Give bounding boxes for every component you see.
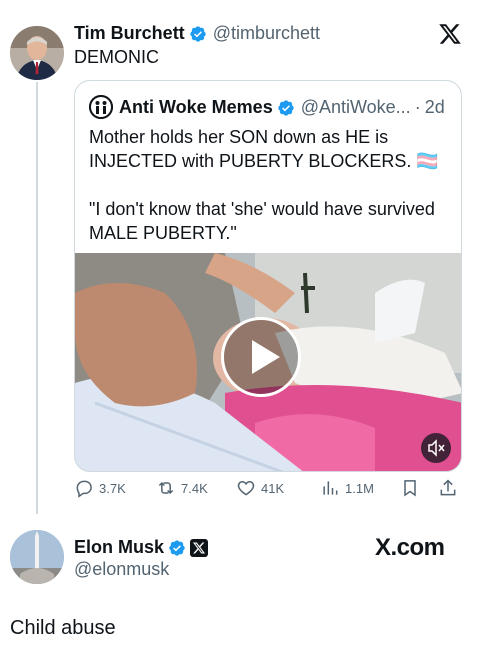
- verified-badge-icon: [190, 25, 206, 42]
- post-text: DEMONIC: [74, 47, 159, 67]
- quote-author-name[interactable]: Anti Woke Memes: [119, 97, 273, 118]
- reply-count: 3.7K: [99, 480, 126, 496]
- reply-author-handle[interactable]: @elonmusk: [74, 559, 169, 580]
- reply-icon: [76, 480, 92, 498]
- video-thumbnail[interactable]: [75, 253, 461, 471]
- quote-timestamp[interactable]: 2d: [425, 97, 445, 118]
- bookmark-button[interactable]: [400, 478, 425, 498]
- verified-badge-icon: [169, 539, 185, 556]
- reply-text: Child abuse: [10, 617, 116, 639]
- x-com-brand: X.com: [375, 534, 445, 561]
- repost-count: 7.4K: [181, 480, 208, 496]
- quote-text-line: INJECTED with PUBERTY BLOCKERS. 🏳️‍⚧️: [89, 151, 439, 171]
- share-button[interactable]: [438, 478, 463, 498]
- quote-text-line: "I don't know that 'she' would have surv…: [89, 199, 435, 219]
- reply-author-name[interactable]: Elon Musk: [74, 537, 164, 558]
- reply-handle-row: @elonmusk: [74, 559, 169, 580]
- quoted-post-card[interactable]: Anti Woke Memes @AntiWoke... · 2d Mother…: [74, 80, 462, 472]
- quote-author-handle[interactable]: @AntiWoke...: [301, 97, 411, 118]
- quote-text-line: MALE PUBERTY.": [89, 223, 237, 243]
- analytics-icon: [323, 481, 338, 495]
- post-author-name[interactable]: Tim Burchett: [74, 23, 185, 44]
- speaker-muted-icon: [428, 439, 445, 457]
- reply-button[interactable]: 3.7K: [74, 478, 126, 498]
- quote-text: Mother holds her SON down as HE is INJEC…: [89, 125, 451, 245]
- heart-icon: [237, 480, 255, 496]
- share-icon: [440, 479, 456, 496]
- quote-author-avatar[interactable]: [89, 95, 113, 119]
- view-count: 1.1M: [345, 480, 374, 496]
- verified-badge-icon: [278, 99, 294, 116]
- play-icon: [252, 340, 280, 374]
- quote-header: Anti Woke Memes @AntiWoke... · 2d: [119, 97, 445, 118]
- thread-line: [36, 82, 38, 514]
- quote-text-line: Mother holds her SON down as HE is: [89, 127, 389, 147]
- like-count: 41K: [261, 480, 285, 496]
- bookmark-icon: [404, 480, 416, 497]
- quote-separator: ·: [414, 97, 421, 117]
- mute-button[interactable]: [421, 433, 451, 463]
- x-affiliate-badge-icon: [190, 538, 209, 557]
- like-button[interactable]: 41K: [236, 478, 284, 498]
- post-actions-bar: 3.7K 7.4K 41K 1.1M: [74, 478, 462, 502]
- repost-button[interactable]: 7.4K: [156, 478, 208, 498]
- repost-icon: [158, 481, 174, 495]
- post-header: Tim Burchett @timburchett: [74, 23, 320, 44]
- play-button[interactable]: [221, 317, 301, 397]
- post-author-handle[interactable]: @timburchett: [213, 23, 320, 44]
- reply-header: Elon Musk: [74, 537, 209, 558]
- avatar-tim-burchett[interactable]: [10, 26, 64, 80]
- avatar-elon-musk[interactable]: [10, 530, 64, 584]
- views-button[interactable]: 1.1M: [320, 478, 374, 498]
- x-logo-icon: [439, 24, 461, 44]
